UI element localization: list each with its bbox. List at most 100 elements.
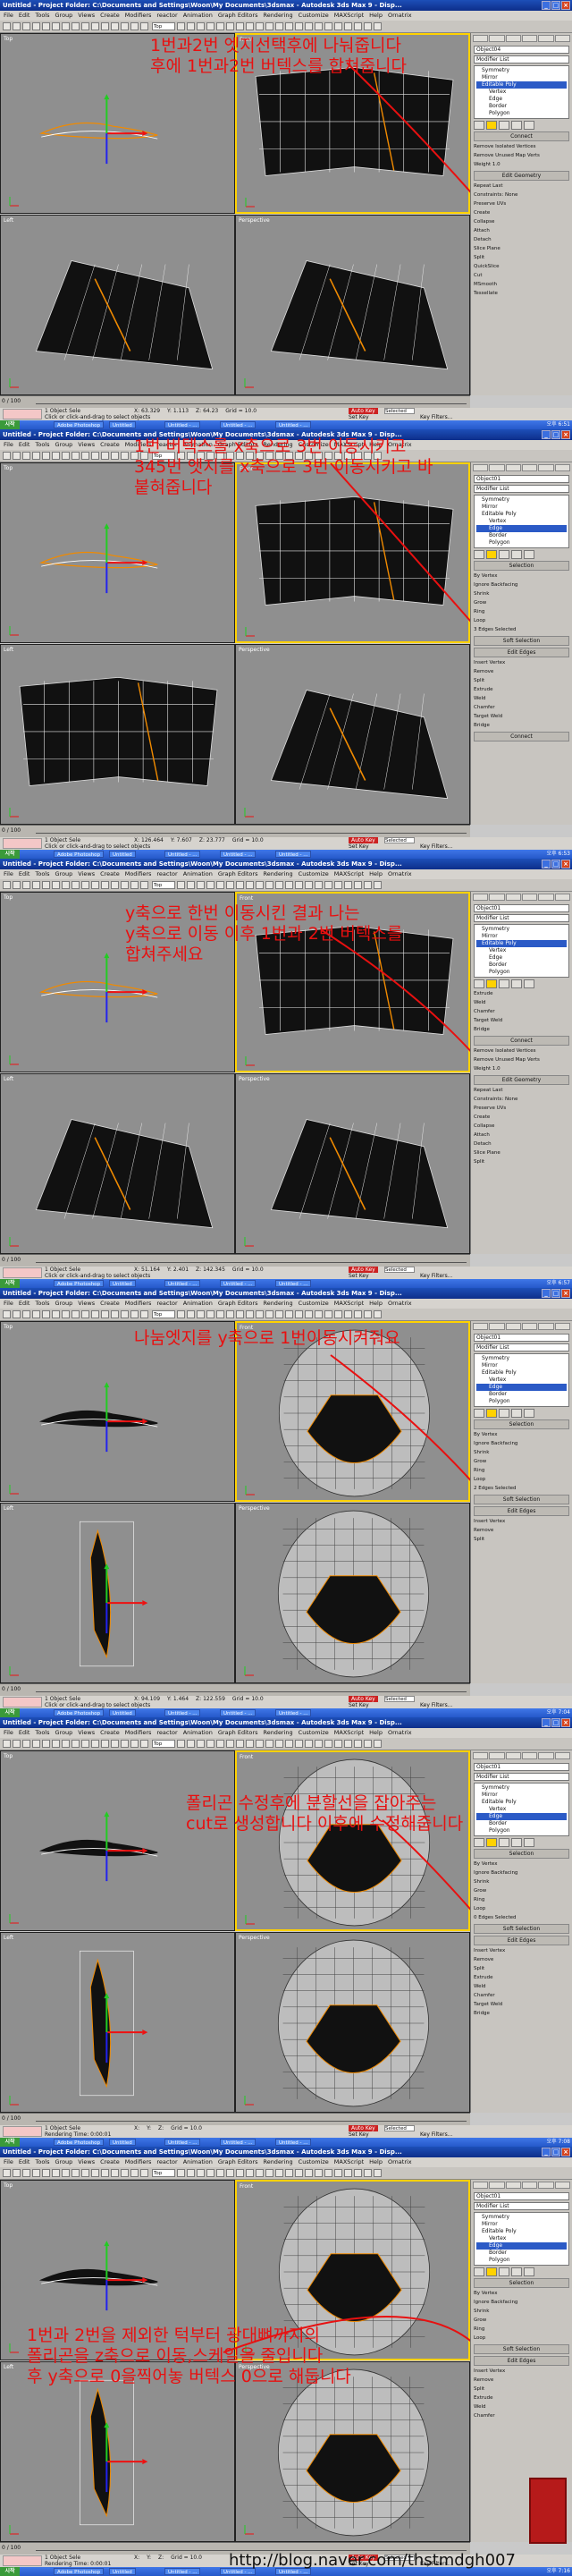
taskbar-item[interactable]: Untitled - ... (164, 1709, 201, 1716)
toolbar-tool-icon[interactable] (121, 2169, 129, 2177)
command-tab-icon[interactable] (554, 2182, 570, 2189)
taskbar-item[interactable]: Untitled - ... (275, 421, 312, 428)
toolbar-tool-icon[interactable] (42, 1740, 50, 1748)
subobject-level-icon[interactable] (474, 1409, 484, 1418)
rollout-header[interactable]: Soft Selection (474, 636, 569, 646)
coord-grid[interactable]: Grid = 10.0 (171, 2125, 202, 2131)
rollout-control[interactable]: Loop (474, 1905, 569, 1913)
menu-item-rendering[interactable]: Rendering (263, 1299, 292, 1309)
rollout-control[interactable]: 3 Edges Selected (474, 626, 569, 634)
menu-item-views[interactable]: Views (78, 440, 95, 450)
menu-item-views[interactable]: Views (78, 11, 95, 21)
menu-item-tools[interactable]: Tools (35, 869, 49, 879)
toolbar-tool-icon[interactable] (13, 881, 21, 889)
command-tab-icon[interactable] (473, 1323, 489, 1330)
menu-item-animation[interactable]: Animation (183, 11, 213, 21)
toolbar-tool-icon[interactable] (81, 1310, 89, 1318)
taskbar-item[interactable]: Untitled - ... (275, 2139, 312, 2146)
modifier-stack-item[interactable]: Vertex (476, 947, 567, 954)
taskbar-item[interactable]: Untitled - ... (220, 1280, 257, 1287)
modifier-stack-item[interactable]: Border (476, 103, 567, 110)
command-tab-icon[interactable] (521, 894, 538, 901)
toolbar-tool-icon[interactable] (256, 1310, 264, 1318)
rollout-control[interactable]: Cut (474, 272, 569, 280)
rollout-control[interactable]: Shrink (474, 1878, 569, 1886)
time-slider[interactable]: 0 / 100 (0, 1254, 470, 1267)
toolbar-tool-icon[interactable] (62, 452, 70, 460)
toolbar-tool-icon[interactable] (52, 2169, 60, 2177)
toolbar-tool-icon[interactable] (285, 22, 293, 30)
rollout-control[interactable]: Split (474, 2385, 569, 2394)
rollout-control[interactable]: Grow (474, 1887, 569, 1895)
minimize-icon[interactable]: _ (542, 860, 551, 869)
rollout-control[interactable]: 2 Edges Selected (474, 1485, 569, 1493)
menu-item-animation[interactable]: Animation (183, 2157, 213, 2167)
toolbar-tool-icon[interactable] (187, 22, 195, 30)
toolbar-tool-icon[interactable] (121, 22, 129, 30)
toolbar-tool-icon[interactable] (334, 1740, 342, 1748)
menu-item-ornatrix[interactable]: Ornatrix (388, 11, 412, 21)
modifier-stack-item[interactable]: Edge (476, 96, 567, 103)
maxscript-listener[interactable] (3, 1267, 42, 1278)
subobject-level-icon[interactable] (499, 979, 509, 988)
coord-x[interactable]: X: (134, 2125, 139, 2131)
toolbar-tool-icon[interactable] (275, 881, 283, 889)
rollout-header[interactable]: Connect (474, 131, 569, 141)
toolbar-tool-icon[interactable] (354, 1310, 362, 1318)
toolbar-tool-icon[interactable] (130, 1310, 139, 1318)
rollout-control[interactable]: Insert Vertex (474, 1518, 569, 1526)
toolbar-tool-icon[interactable] (3, 452, 11, 460)
rollout-control[interactable]: By Vertex (474, 572, 569, 580)
command-tab-icon[interactable] (538, 1752, 554, 1759)
rollout-control[interactable]: Weight 1.0 (474, 1065, 569, 1073)
rollout-control[interactable]: Ring (474, 1467, 569, 1475)
menu-item-help[interactable]: Help (369, 11, 383, 21)
subobject-level-icon[interactable] (524, 2267, 534, 2276)
toolbar-tool-icon[interactable] (206, 1310, 214, 1318)
rollout-control[interactable]: Slice Plane (474, 1149, 569, 1157)
toolbar-tool-icon[interactable] (13, 22, 21, 30)
toolbar-tool-icon[interactable] (140, 881, 148, 889)
command-tab-icon[interactable] (505, 894, 521, 901)
menu-item-group[interactable]: Group (55, 2157, 73, 2167)
menu-item-tools[interactable]: Tools (35, 1728, 49, 1738)
toolbar-tool-icon[interactable] (285, 881, 293, 889)
menu-item-customize[interactable]: Customize (299, 1299, 329, 1309)
rollout-control[interactable]: 0 Edges Selected (474, 1914, 569, 1922)
toolbar-tool-icon[interactable] (177, 881, 185, 889)
subobject-level-icon[interactable] (474, 121, 484, 130)
modifier-stack-item[interactable]: Edge (476, 954, 567, 962)
rollout-control[interactable]: Create (474, 209, 569, 217)
toolbar-tool-icon[interactable] (374, 22, 382, 30)
command-tab-icon[interactable] (489, 1752, 505, 1759)
rollout-control[interactable]: Insert Vertex (474, 659, 569, 667)
close-icon[interactable]: × (561, 1718, 570, 1727)
viewport-perspective[interactable]: Perspective (235, 2361, 470, 2542)
rollout-control[interactable]: Extrude (474, 686, 569, 694)
toolbar-tool-icon[interactable] (236, 1310, 244, 1318)
rollout-control[interactable]: Loop (474, 617, 569, 625)
toolbar-tool-icon[interactable] (236, 881, 244, 889)
taskbar-item[interactable]: Adobe Photoshop (54, 2568, 105, 2575)
key-mode-dropdown[interactable]: Selected (384, 1696, 415, 1702)
subobject-level-icon[interactable] (511, 2267, 522, 2276)
modifier-stack-item[interactable]: Editable Poly (476, 2228, 567, 2235)
menu-item-animation[interactable]: Animation (183, 869, 213, 879)
key-filters-button[interactable]: Key Filters... (420, 1702, 453, 1708)
coord-x[interactable]: X: (134, 2555, 139, 2561)
start-button[interactable]: 시작 (0, 1708, 20, 1717)
menu-item-create[interactable]: Create (100, 2157, 120, 2167)
toolbar-tool-icon[interactable] (13, 1740, 21, 1748)
modifier-stack-item[interactable]: Editable Poly (476, 1799, 567, 1806)
toolbar-tool-icon[interactable] (121, 1740, 129, 1748)
toolbar-tool-icon[interactable] (275, 22, 283, 30)
time-slider[interactable]: 0 / 100 (0, 825, 470, 837)
coord-grid[interactable]: Grid = 10.0 (232, 1267, 264, 1273)
toolbar-tool-icon[interactable] (364, 1740, 372, 1748)
modifier-stack-item[interactable]: Symmetry (476, 2214, 567, 2221)
rollout-header[interactable]: Edit Edges (474, 2356, 569, 2366)
toolbar-tool-icon[interactable] (91, 881, 99, 889)
toolbar-tool-icon[interactable] (81, 881, 89, 889)
toolbar-tool-icon[interactable] (121, 881, 129, 889)
minimize-icon[interactable]: _ (542, 1289, 551, 1298)
